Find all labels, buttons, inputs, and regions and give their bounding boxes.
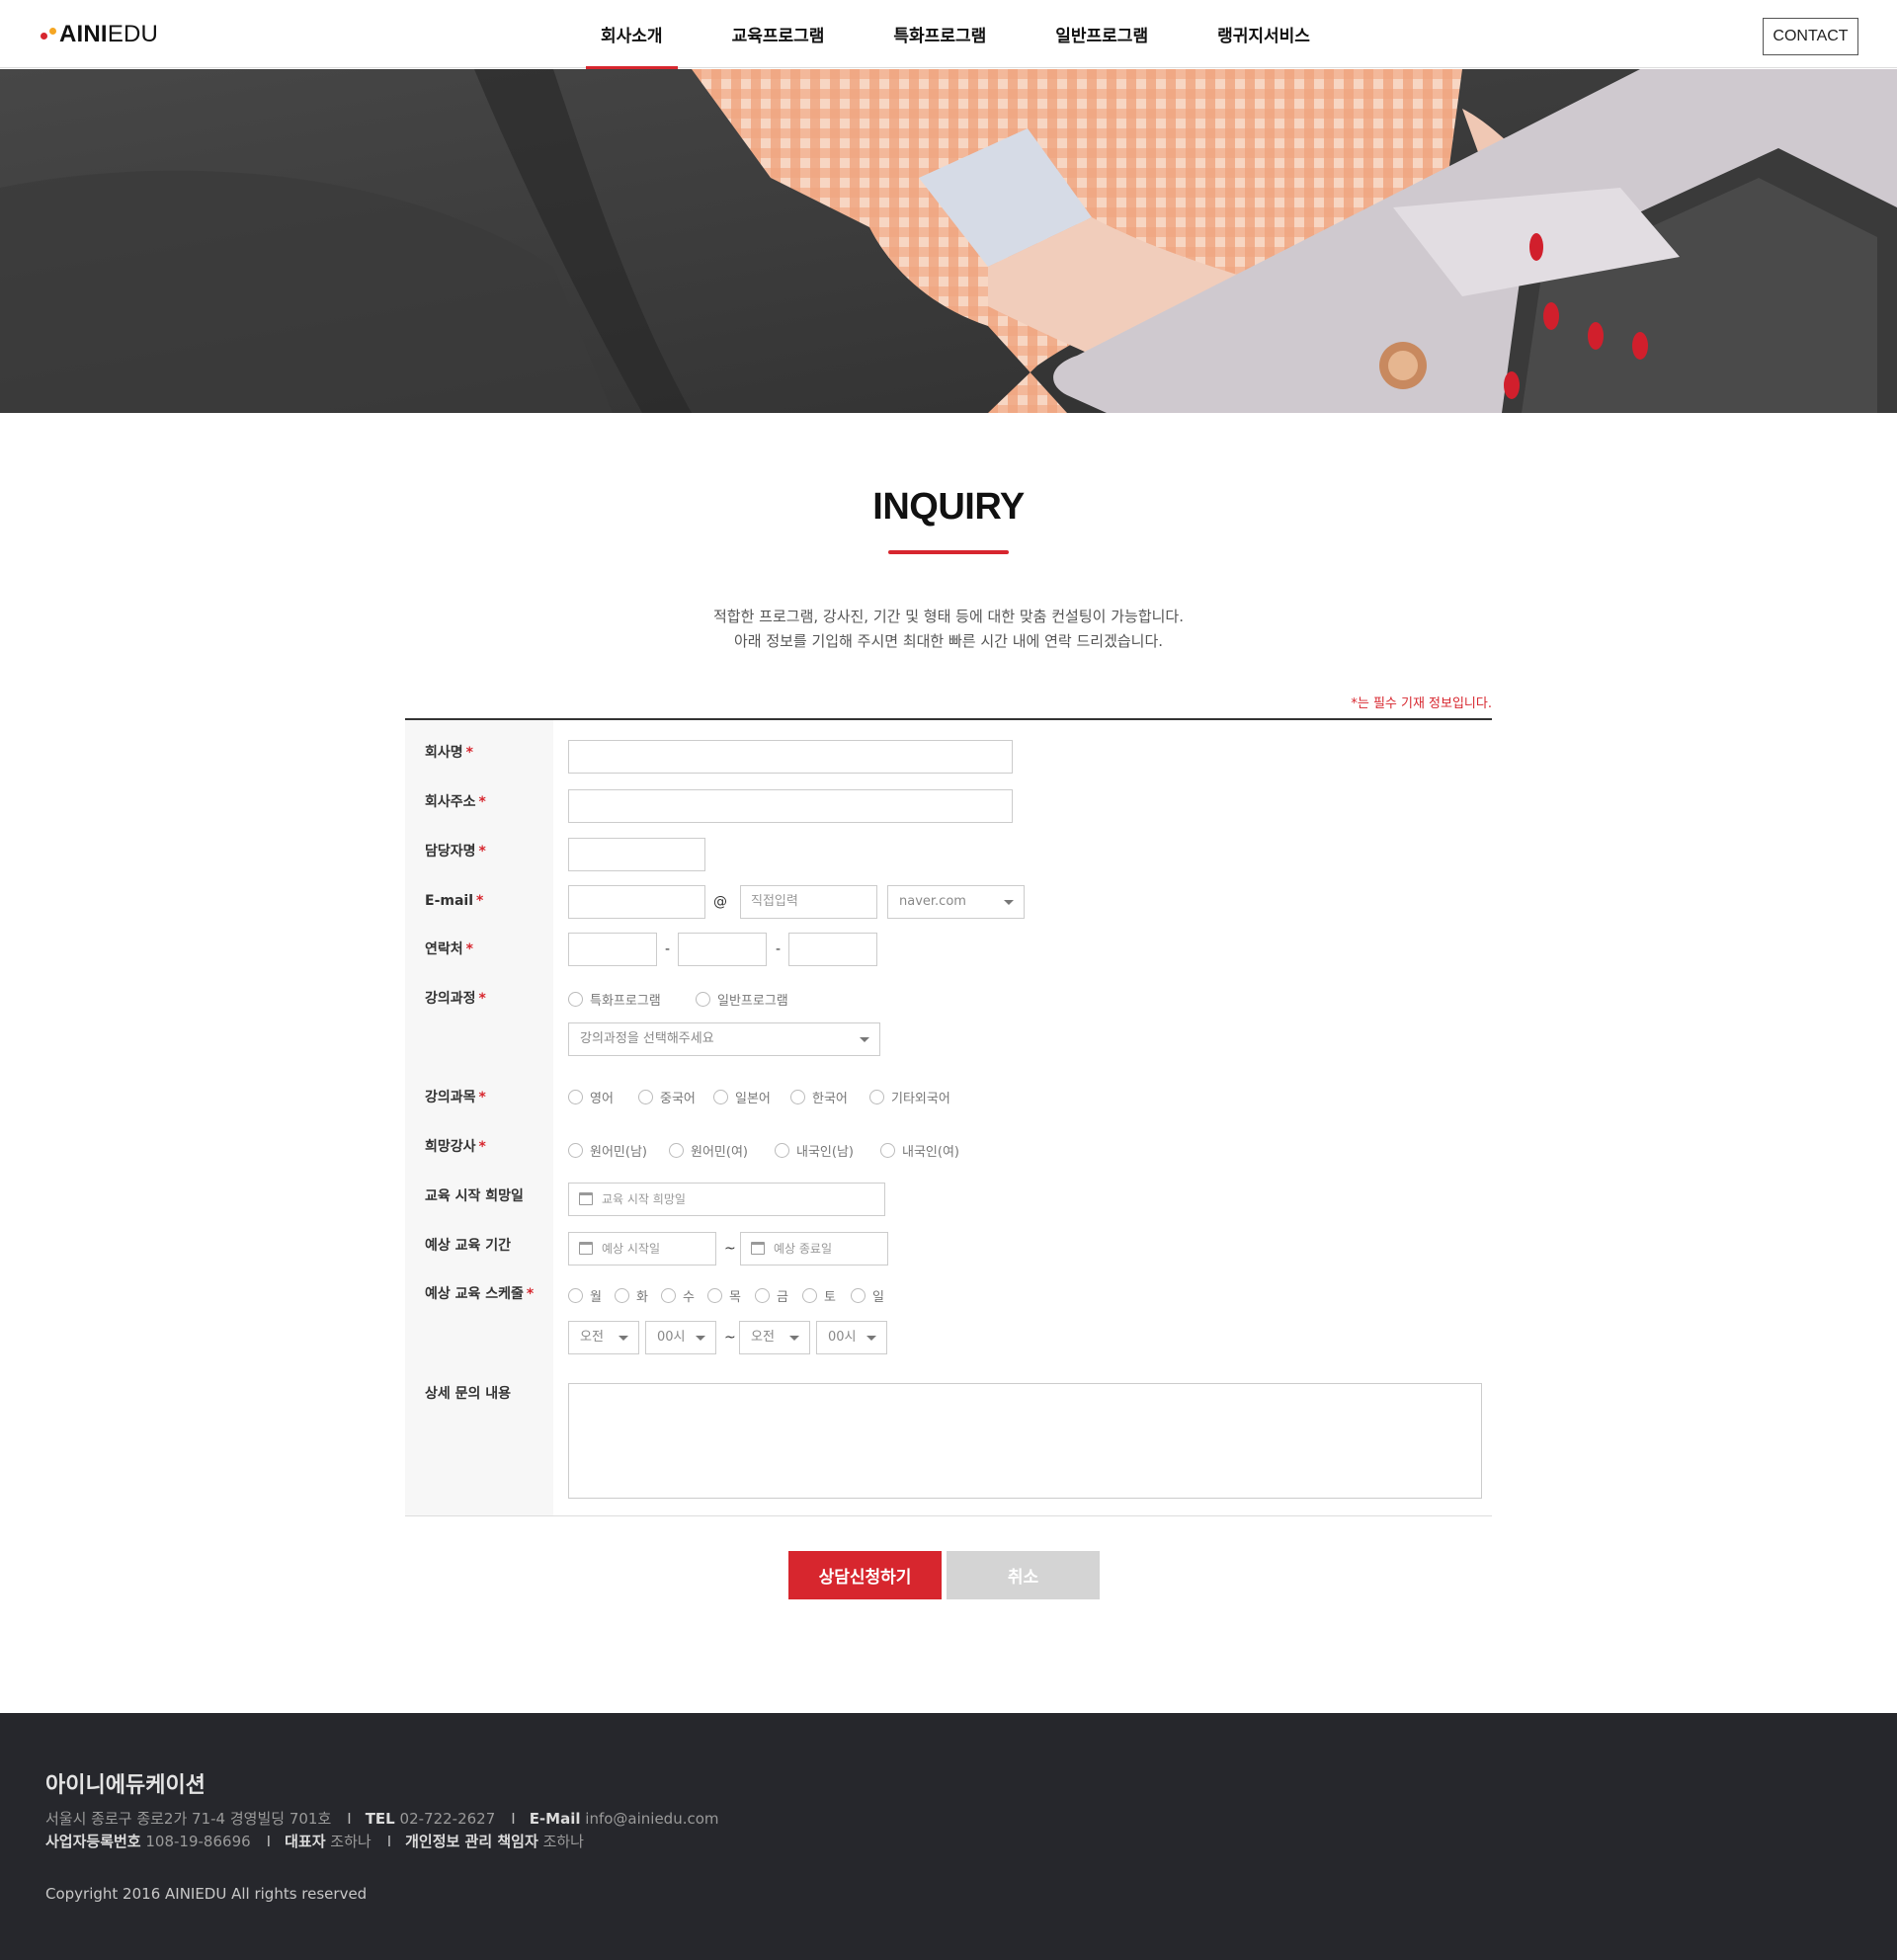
day-radio-wed[interactable]: 수	[661, 1286, 695, 1305]
day-radio-mon[interactable]: 월	[568, 1286, 602, 1305]
site-header: AINIEDU 회사소개 교육프로그램 특화프로그램 일반프로그램 랭귀지서비스…	[0, 0, 1897, 69]
subject-radio-korean[interactable]: 한국어	[790, 1088, 848, 1106]
footer-address: 서울시 종로구 종로2가 71-4 경영빌딩 701호	[45, 1810, 332, 1828]
email-at: @	[713, 894, 727, 910]
intro-text: 적합한 프로그램, 강사진, 기간 및 형태 등에 대한 맞춤 컨설팅이 가능합…	[0, 605, 1897, 654]
footer-ceo: 조하나	[330, 1833, 371, 1850]
course-radio-special[interactable]: 특화프로그램	[568, 990, 661, 1009]
footer-copyright: Copyright 2016 AINIEDU All rights reserv…	[45, 1885, 368, 1903]
manager-input[interactable]	[568, 838, 705, 871]
submit-button[interactable]: 상담신청하기	[788, 1551, 942, 1599]
day-radio-fri[interactable]: 금	[755, 1286, 788, 1305]
nav-item-education[interactable]: 교육프로그램	[717, 0, 840, 68]
logo-dots-icon	[40, 28, 59, 41]
detail-label: 상세 문의 내용	[425, 1386, 512, 1402]
contact-button[interactable]: CONTACT	[1763, 18, 1858, 55]
email-id-input[interactable]	[568, 885, 705, 919]
schedule-label: 예상 교육 스케줄 *	[425, 1286, 535, 1302]
chevron-down-icon	[696, 1336, 705, 1341]
footer-bizno: 108-19-86696	[145, 1833, 251, 1850]
footer-contact-line: 서울시 종로구 종로2가 71-4 경영빌딩 701호 I TEL 02-722-2…	[45, 1810, 719, 1828]
subject-label: 강의과목 *	[425, 1090, 486, 1105]
cancel-button[interactable]: 취소	[947, 1551, 1100, 1599]
instructor-radio-korean-female[interactable]: 내국인(여)	[880, 1141, 959, 1160]
period-label: 예상 교육 기간	[425, 1238, 512, 1254]
calendar-icon	[579, 1192, 593, 1205]
nav-item-special[interactable]: 특화프로그램	[878, 0, 1001, 68]
nav-item-general[interactable]: 일반프로그램	[1040, 0, 1163, 68]
chevron-down-icon	[860, 1037, 869, 1042]
period-end-input[interactable]: 예상 종료일	[740, 1232, 888, 1266]
nav-item-language[interactable]: 랭귀지서비스	[1202, 0, 1325, 68]
page-title: INQUIRY	[872, 486, 1025, 528]
footer-company-name: 아이니에듀케이션	[45, 1773, 206, 1798]
course-select[interactable]: 강의과정을 선택해주세요	[568, 1022, 880, 1056]
instructor-radio-native-female[interactable]: 원어민(여)	[669, 1141, 748, 1160]
schedule-range-sep: ~	[724, 1330, 736, 1346]
day-radio-thu[interactable]: 목	[707, 1286, 741, 1305]
detail-textarea[interactable]	[568, 1383, 1482, 1499]
phone-sep-1: -	[665, 941, 671, 957]
logo-text: AINIEDU	[59, 21, 159, 47]
required-note: *는 필수 기재 정보입니다.	[1351, 696, 1492, 711]
start-date-input[interactable]: 교육 시작 희망일	[568, 1183, 885, 1216]
period-range-sep: ~	[724, 1241, 736, 1257]
calendar-icon	[579, 1242, 593, 1255]
day-radio-tue[interactable]: 화	[615, 1286, 648, 1305]
subject-radio-japanese[interactable]: 일본어	[713, 1088, 771, 1106]
email-label: E-mail *	[425, 893, 484, 909]
subject-radio-other[interactable]: 기타외국어	[869, 1088, 950, 1106]
address-input[interactable]	[568, 789, 1013, 823]
footer-business-line: 사업자등록번호 108-19-86696 I 대표자 조하나 I 개인정보 관리 책임자…	[45, 1833, 584, 1850]
main-nav: 회사소개 교육프로그램 특화프로그램 일반프로그램 랭귀지서비스	[586, 0, 1364, 69]
chevron-down-icon	[789, 1336, 799, 1341]
email-domain-input[interactable]: 직접입력	[740, 885, 877, 919]
chevron-down-icon	[619, 1336, 628, 1341]
intro-line-1: 적합한 프로그램, 강사진, 기간 및 형태 등에 대한 맞춤 컨설팅이 가능합…	[713, 608, 1184, 625]
subject-radio-english[interactable]: 영어	[568, 1088, 614, 1106]
instructor-radio-korean-male[interactable]: 내국인(남)	[775, 1141, 854, 1160]
schedule-from-hour-select[interactable]: 00시	[645, 1321, 716, 1354]
address-label: 회사주소 *	[425, 794, 486, 810]
phone-part-3-input[interactable]	[788, 933, 877, 966]
email-domain-select[interactable]: naver.com	[887, 885, 1025, 919]
hero-banner	[0, 69, 1897, 413]
course-radio-general[interactable]: 일반프로그램	[696, 990, 788, 1009]
inquiry-form: 회사명 * 회사주소 * 담당자명 * E-mail * @ 직접입력 naver.co…	[405, 718, 1492, 1516]
chevron-down-icon	[866, 1336, 876, 1341]
day-radio-sun[interactable]: 일	[851, 1286, 884, 1305]
instructor-label: 희망강사 *	[425, 1139, 486, 1155]
site-footer: 아이니에듀케이션 서울시 종로구 종로2가 71-4 경영빌딩 701호 I TEL…	[0, 1713, 1897, 1960]
day-radio-sat[interactable]: 토	[802, 1286, 836, 1305]
nav-item-about[interactable]: 회사소개	[586, 0, 678, 69]
schedule-to-hour-select[interactable]: 00시	[816, 1321, 887, 1354]
schedule-from-ampm-select[interactable]: 오전	[568, 1321, 639, 1354]
footer-email[interactable]: info@ainiedu.com	[585, 1810, 718, 1828]
phone-label: 연락처 *	[425, 941, 473, 957]
intro-line-2: 아래 정보를 기입해 주시면 최대한 빠른 시간 내에 연락 드리겠습니다.	[733, 632, 1164, 650]
subject-radio-chinese[interactable]: 중국어	[638, 1088, 696, 1106]
hero-image	[0, 69, 1897, 413]
title-underline	[888, 550, 1009, 554]
instructor-radio-native-male[interactable]: 원어민(남)	[568, 1141, 647, 1160]
chevron-down-icon	[1004, 900, 1014, 905]
manager-label: 담당자명 *	[425, 844, 486, 859]
footer-tel: 02-722-2627	[399, 1810, 496, 1828]
footer-privacy-officer: 조하나	[542, 1833, 584, 1850]
logo[interactable]: AINIEDU	[40, 20, 158, 49]
phone-sep-2: -	[776, 941, 782, 957]
phone-part-2-input[interactable]	[678, 933, 767, 966]
start-date-label: 교육 시작 희망일	[425, 1188, 524, 1204]
company-label: 회사명 *	[425, 745, 473, 761]
calendar-icon	[751, 1242, 765, 1255]
course-label: 강의과정 *	[425, 991, 486, 1007]
period-start-input[interactable]: 예상 시작일	[568, 1232, 716, 1266]
schedule-to-ampm-select[interactable]: 오전	[739, 1321, 810, 1354]
company-input[interactable]	[568, 740, 1013, 774]
phone-part-1-input[interactable]	[568, 933, 657, 966]
